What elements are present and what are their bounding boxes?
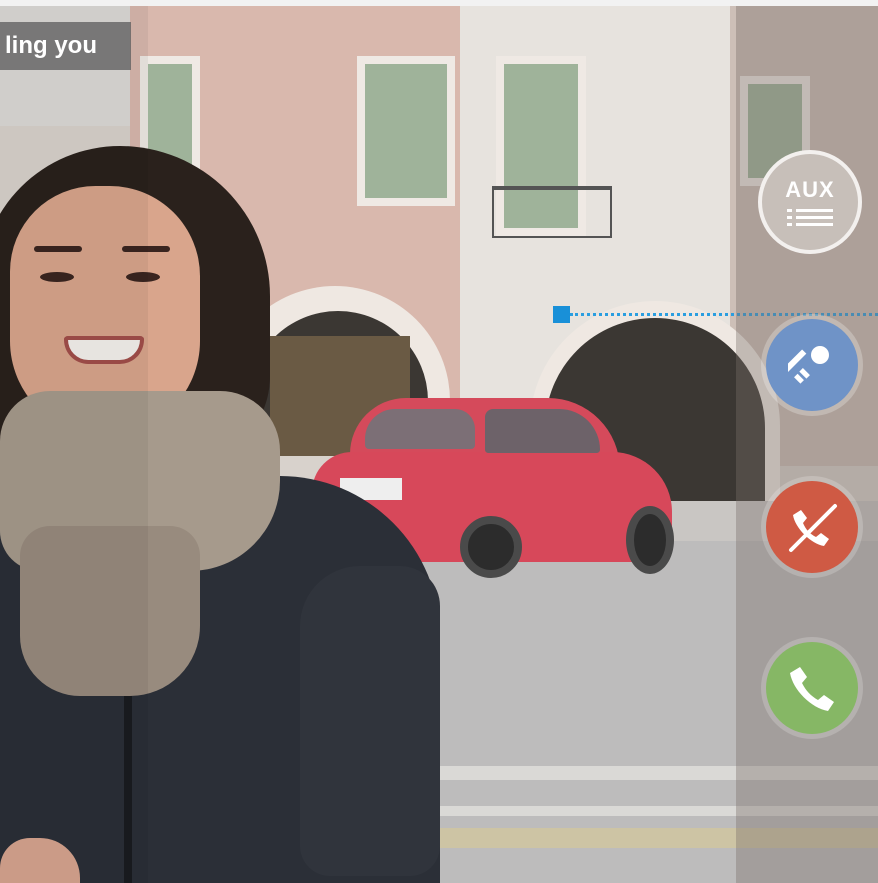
key-icon [788, 346, 829, 384]
aux-label: AUX [785, 177, 835, 202]
answer-call-button[interactable] [766, 642, 858, 734]
car-wheel [460, 516, 522, 578]
aux-button[interactable]: AUX [758, 150, 862, 254]
list-icon [787, 209, 833, 226]
intercom-video-screen: ling you AUX [0, 0, 878, 883]
hang-up-icon [789, 504, 837, 552]
hang-up-button[interactable] [766, 481, 858, 573]
car-window [485, 409, 600, 453]
car-window [365, 409, 475, 449]
left-overlay [0, 6, 148, 883]
call-control-panel [736, 6, 878, 883]
phone-answer-icon [790, 667, 834, 711]
annotation-hotspot-marker [553, 306, 570, 323]
balcony-railing [492, 186, 612, 238]
car-wheel [626, 506, 674, 574]
person-arm [300, 566, 440, 876]
building-window [357, 56, 455, 206]
door-open-button[interactable] [766, 319, 858, 411]
calling-status-label: ling you [0, 22, 131, 70]
